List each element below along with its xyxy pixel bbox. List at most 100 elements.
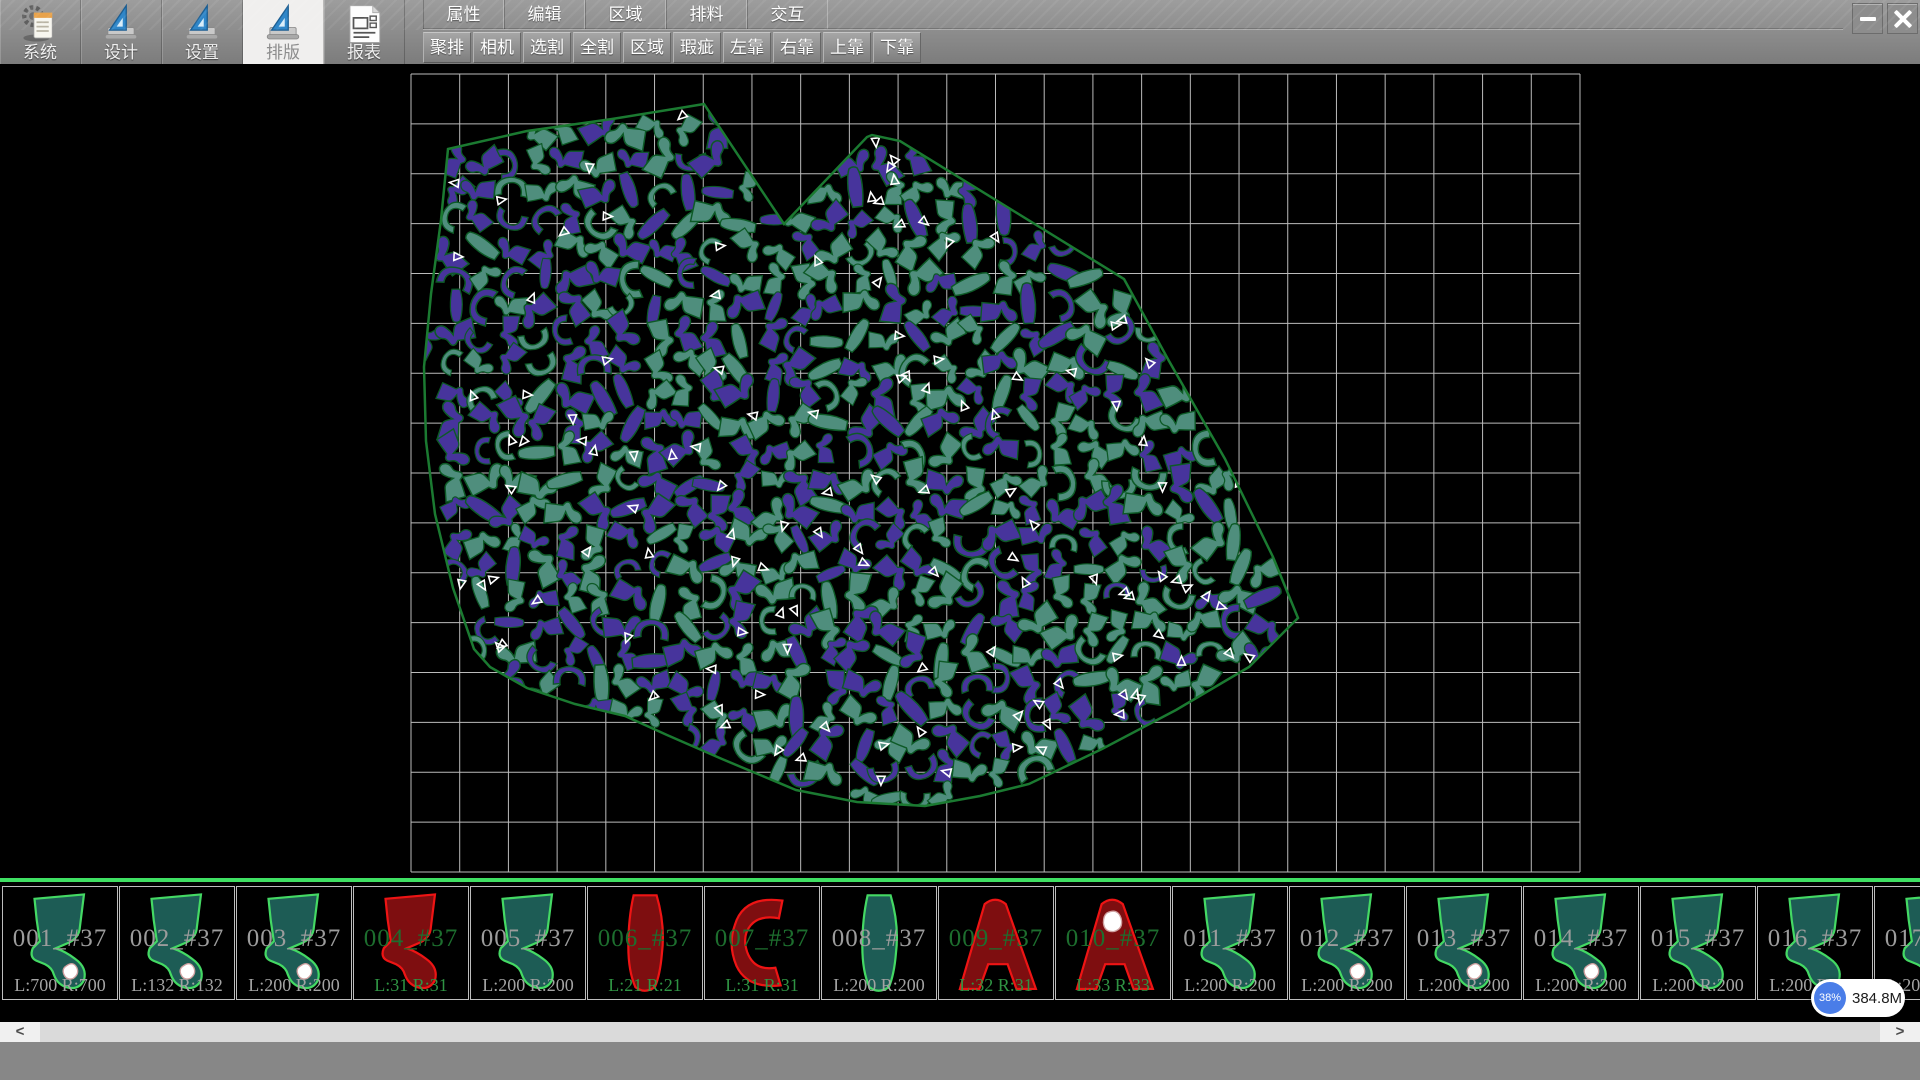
part-counts: L:21 R:21 (588, 975, 702, 996)
ruler-laptop-icon (100, 3, 142, 43)
ruler-laptop-icon (262, 3, 304, 43)
part-thumbnail-003_#37[interactable]: 003_#37 L:200 R:200 (236, 886, 352, 1000)
part-id: 017_#37 (1875, 925, 1920, 953)
scroll-right-button[interactable]: > (1880, 1022, 1920, 1042)
part-id: 003_#37 (237, 925, 351, 953)
memory-value: 384.8M (1852, 990, 1902, 1007)
part-id: 010_#37 (1056, 925, 1170, 953)
memory-badge: 38% 384.8M (1811, 979, 1905, 1017)
window-controls (1852, 3, 1918, 34)
menu-tab-交互[interactable]: 交互 (747, 0, 828, 29)
module-button-设计[interactable]: 设计 (81, 0, 162, 64)
part-thumbnail-012_#37[interactable]: 012_#37 L:200 R:200 (1289, 886, 1405, 1000)
module-button-label: 设计 (104, 44, 138, 62)
part-thumbnail-010_#37[interactable]: 010_#37 L:33 R:33 (1055, 886, 1171, 1000)
close-icon (1893, 9, 1913, 29)
part-counts: L:200 R:200 (237, 975, 351, 996)
part-counts: L:31 R:31 (354, 975, 468, 996)
report-icon (343, 3, 385, 43)
part-id: 015_#37 (1641, 925, 1755, 953)
tool-button-区域[interactable]: 区域 (623, 32, 671, 63)
part-thumbnail-009_#37[interactable]: 009_#37 L:32 R:31 (938, 886, 1054, 1000)
menu-tabs: 属性编辑区域排料交互 (423, 0, 921, 29)
part-id: 004_#37 (354, 925, 468, 953)
part-counts: L:200 R:200 (822, 975, 936, 996)
tool-button-上靠[interactable]: 上靠 (823, 32, 871, 63)
part-id: 009_#37 (939, 925, 1053, 953)
part-thumbnail-005_#37[interactable]: 005_#37 L:200 R:200 (470, 886, 586, 1000)
menu-tab-属性[interactable]: 属性 (423, 0, 504, 29)
tool-button-全割[interactable]: 全割 (573, 32, 621, 63)
tool-button-瑕疵[interactable]: 瑕疵 (673, 32, 721, 63)
part-counts: L:200 R:200 (471, 975, 585, 996)
menu-tab-编辑[interactable]: 编辑 (504, 0, 585, 29)
part-id: 007_#37 (705, 925, 819, 953)
part-counts: L:132 R:132 (120, 975, 234, 996)
ruler-laptop-icon (181, 3, 223, 43)
part-id: 005_#37 (471, 925, 585, 953)
module-button-系统[interactable]: 系统 (0, 0, 81, 64)
part-id: 014_#37 (1524, 925, 1638, 953)
part-id: 012_#37 (1290, 925, 1404, 953)
part-thumbnail-015_#37[interactable]: 015_#37 L:200 R:200 (1640, 886, 1756, 1000)
progress-circle: 38% (1814, 982, 1846, 1014)
part-counts: L:31 R:31 (705, 975, 819, 996)
tool-button-右靠[interactable]: 右靠 (773, 32, 821, 63)
part-id: 008_#37 (822, 925, 936, 953)
part-thumbnail-001_#37[interactable]: 001_#37 L:700 R:700 (2, 886, 118, 1000)
part-counts: L:200 R:200 (1407, 975, 1521, 996)
part-counts: L:200 R:200 (1173, 975, 1287, 996)
module-button-排版[interactable]: 排版 (243, 0, 324, 64)
module-button-报表[interactable]: 报表 (324, 0, 405, 64)
parts-cells: 001_#37L:700 R:700002_#37L:132 R:132003_… (2, 886, 1920, 1000)
part-thumbnail-014_#37[interactable]: 014_#37 L:200 R:200 (1523, 886, 1639, 1000)
part-id: 006_#37 (588, 925, 702, 953)
part-id: 011_#37 (1173, 925, 1287, 953)
module-buttons: 系统 设计 设置 排版 报表 (0, 0, 405, 64)
parts-strip: 001_#37L:700 R:700002_#37L:132 R:132003_… (0, 878, 1920, 1022)
part-thumbnail-011_#37[interactable]: 011_#37 L:200 R:200 (1172, 886, 1288, 1000)
tool-buttons: 聚排相机选割全割区域瑕疵左靠右靠上靠下靠 (423, 29, 921, 64)
nesting-canvas[interactable] (0, 64, 1920, 878)
status-bar (0, 1042, 1920, 1080)
module-button-label: 设置 (185, 44, 219, 62)
gear-notebook-icon (19, 3, 61, 43)
part-counts: L:200 R:200 (1290, 975, 1404, 996)
menu-column: 属性编辑区域排料交互 聚排相机选割全割区域瑕疵左靠右靠上靠下靠 (423, 0, 921, 64)
part-counts: L:200 R:200 (1641, 975, 1755, 996)
part-id: 001_#37 (3, 925, 117, 953)
horizontal-scrollbar[interactable]: < > (0, 1022, 1920, 1042)
part-thumbnail-006_#37[interactable]: 006_#37 L:21 R:21 (587, 886, 703, 1000)
part-id: 016_#37 (1758, 925, 1872, 953)
menu-tab-排料[interactable]: 排料 (666, 0, 747, 29)
part-id: 002_#37 (120, 925, 234, 953)
module-button-label: 系统 (23, 44, 57, 62)
main-toolbar: 系统设计设置排版报表 属性编辑区域排料交互 聚排相机选割全割区域瑕疵左靠右靠上靠… (0, 0, 1920, 64)
scroll-left-button[interactable]: < (0, 1022, 40, 1042)
module-button-label: 报表 (347, 44, 381, 62)
minimize-button[interactable] (1852, 3, 1883, 34)
tool-button-相机[interactable]: 相机 (473, 32, 521, 63)
part-counts: L:200 R:200 (1524, 975, 1638, 996)
part-thumbnail-013_#37[interactable]: 013_#37 L:200 R:200 (1406, 886, 1522, 1000)
part-counts: L:33 R:33 (1056, 975, 1170, 996)
module-button-label: 排版 (266, 44, 300, 62)
part-id: 013_#37 (1407, 925, 1521, 953)
close-button[interactable] (1887, 3, 1918, 34)
part-thumbnail-002_#37[interactable]: 002_#37 L:132 R:132 (119, 886, 235, 1000)
menu-tab-区域[interactable]: 区域 (585, 0, 666, 29)
tool-button-左靠[interactable]: 左靠 (723, 32, 771, 63)
minimize-icon (1860, 17, 1876, 21)
part-thumbnail-004_#37[interactable]: 004_#37 L:31 R:31 (353, 886, 469, 1000)
part-counts: L:32 R:31 (939, 975, 1053, 996)
toolbar-separator (423, 29, 1843, 30)
part-thumbnail-007_#37[interactable]: 007_#37 L:31 R:31 (704, 886, 820, 1000)
module-button-设置[interactable]: 设置 (162, 0, 243, 64)
nesting-drawing (0, 64, 1920, 878)
tool-button-下靠[interactable]: 下靠 (873, 32, 921, 63)
tool-button-选割[interactable]: 选割 (523, 32, 571, 63)
part-thumbnail-008_#37[interactable]: 008_#37 L:200 R:200 (821, 886, 937, 1000)
tool-button-聚排[interactable]: 聚排 (423, 32, 471, 63)
part-counts: L:700 R:700 (3, 975, 117, 996)
nested-parts (411, 109, 1286, 812)
